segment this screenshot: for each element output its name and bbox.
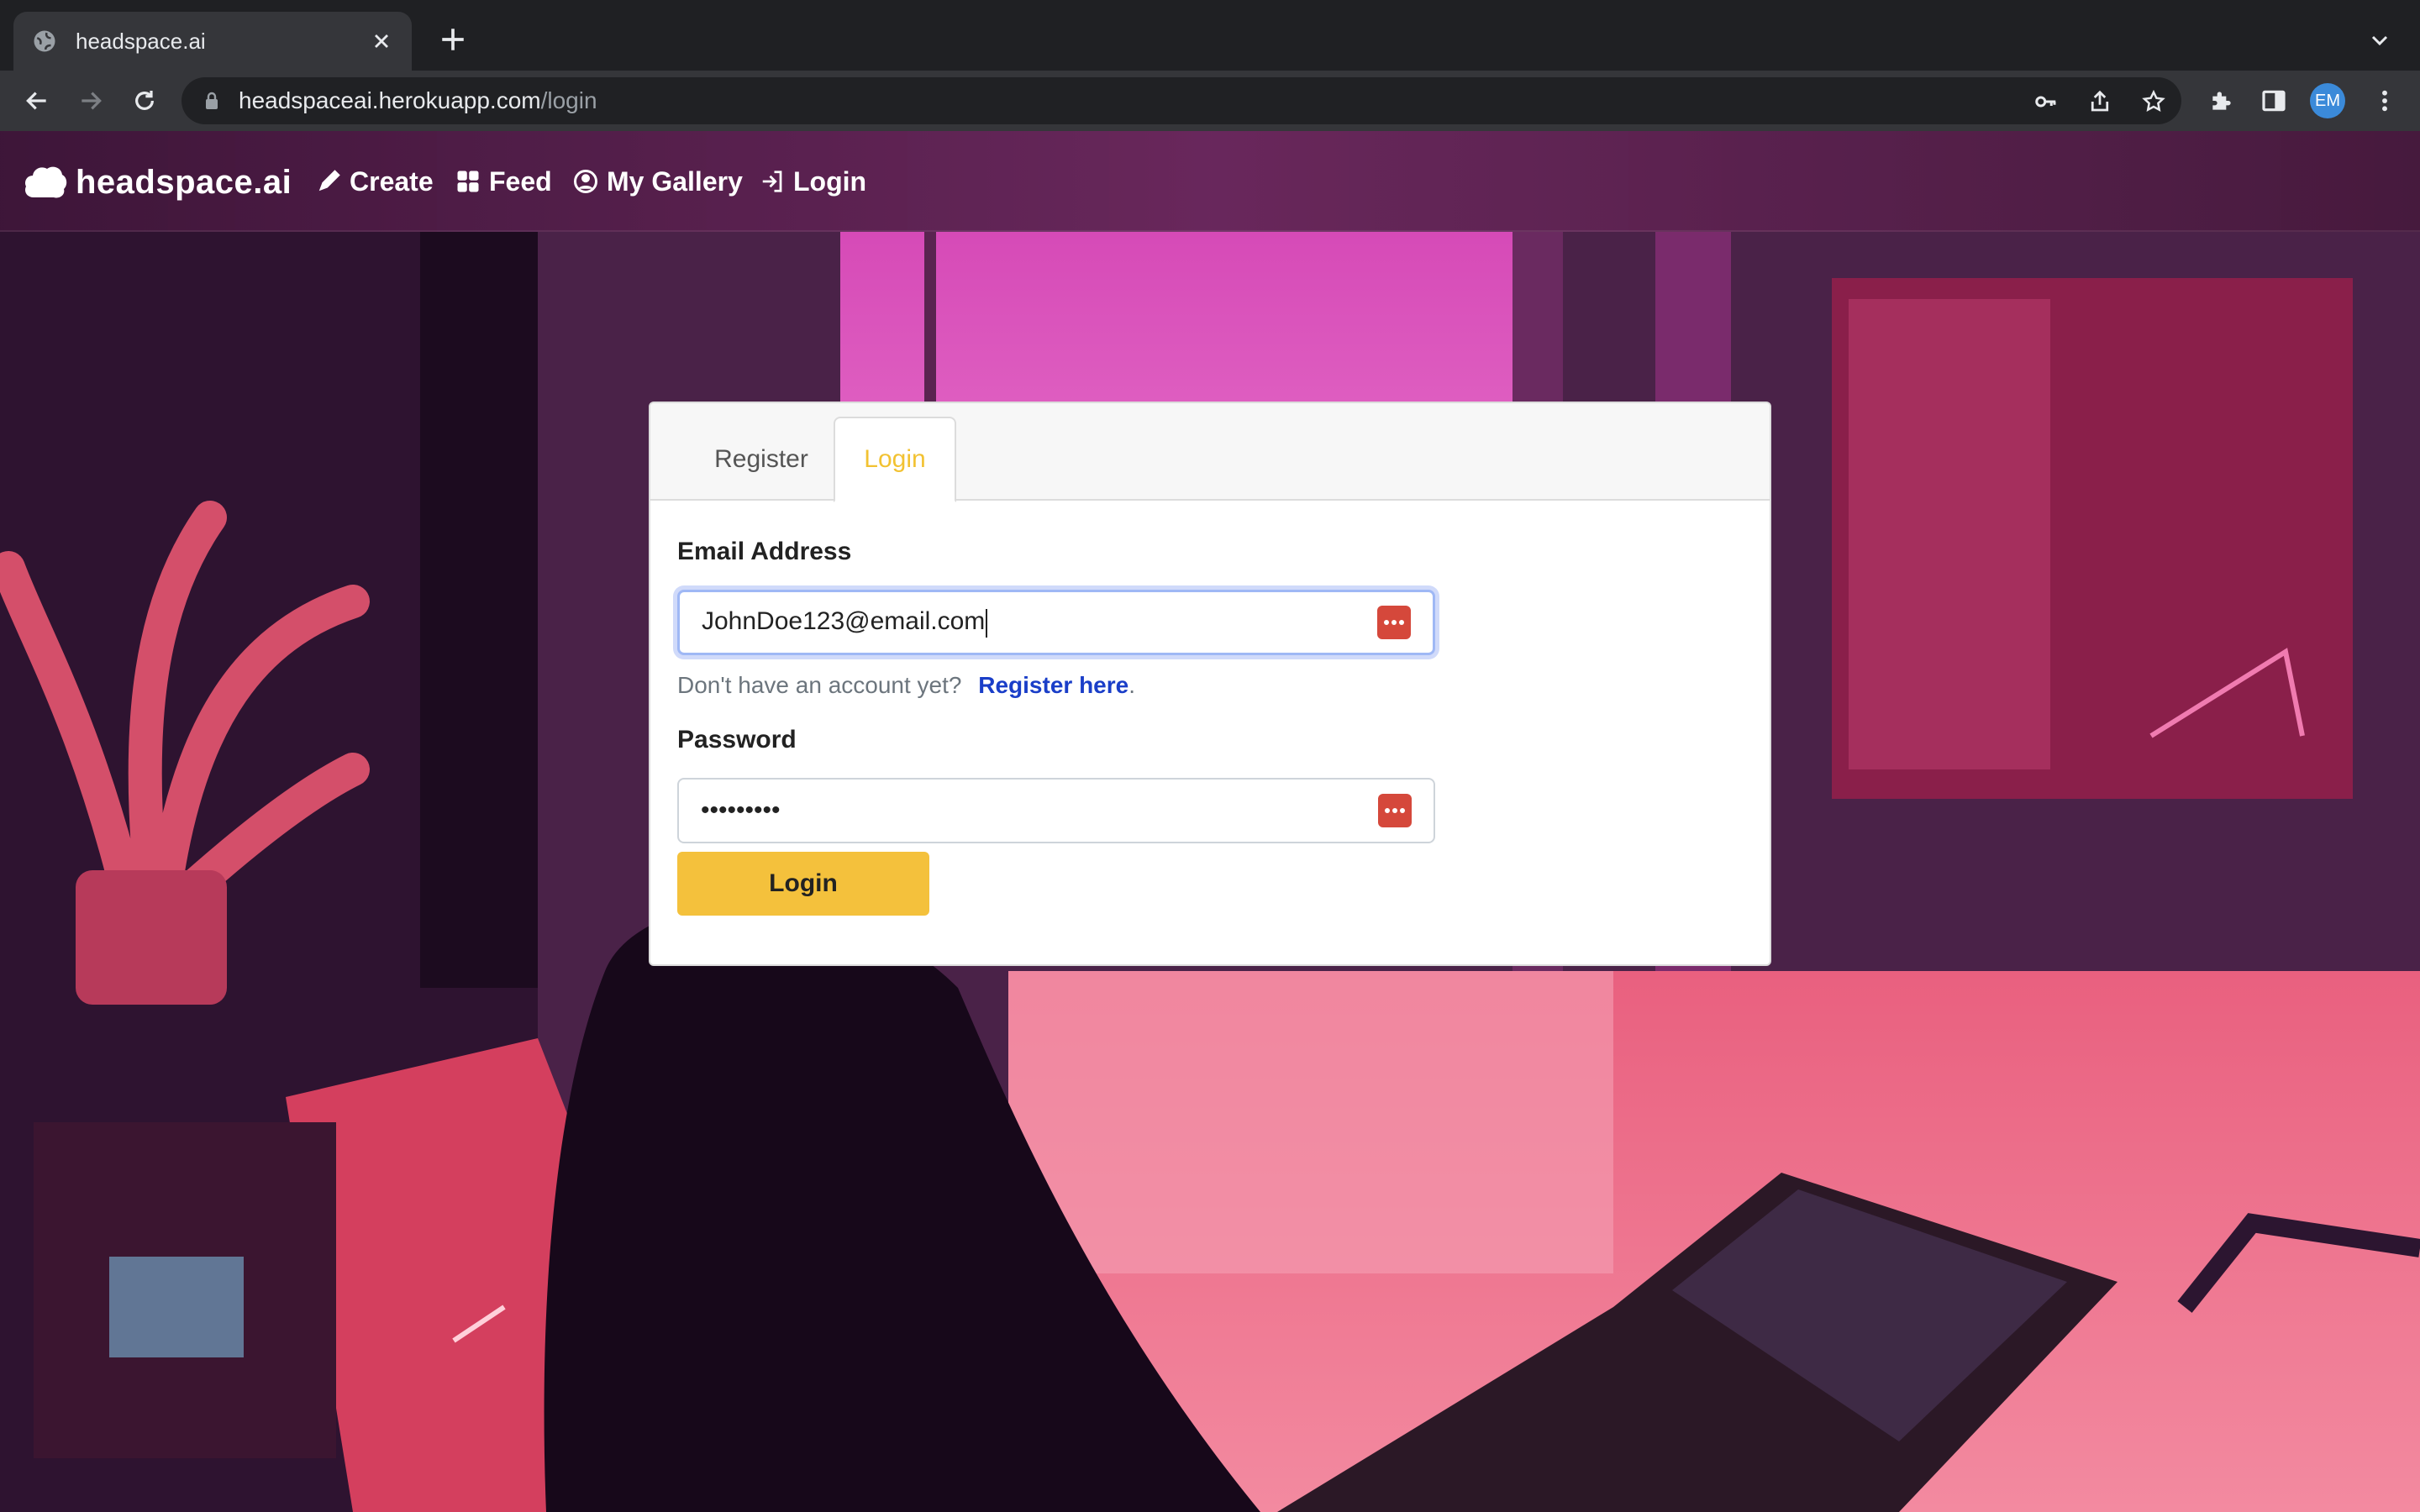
nav-create-label: Create [350, 165, 434, 197]
profile-avatar[interactable]: EM [2310, 83, 2345, 118]
email-field[interactable]: JohnDoe123@email.com [677, 590, 1435, 655]
register-helper: Don't have an account yet? Register here… [677, 672, 1135, 699]
forward-icon[interactable] [77, 87, 104, 114]
share-icon[interactable] [2087, 89, 2112, 114]
nav-feed[interactable]: Feed [455, 165, 552, 198]
email-text: JohnDoe123@email.com [702, 607, 986, 636]
tab-title: headspace.ai [76, 28, 206, 54]
lock-icon[interactable] [203, 91, 220, 111]
address-bar[interactable]: headspaceai.herokuapp.com/login [182, 77, 2181, 124]
reload-icon[interactable] [131, 87, 158, 114]
auth-card: Register Login Email Address JohnDoe123@… [649, 402, 1771, 966]
email-value: JohnDoe123@email.com [702, 607, 1377, 638]
tab-register[interactable]: Register [669, 417, 854, 502]
password-manager-icon[interactable] [1377, 606, 1411, 639]
chevron-down-icon[interactable] [2370, 30, 2390, 50]
nav-my-gallery[interactable]: My Gallery [573, 165, 743, 198]
user-circle-icon [574, 170, 597, 193]
close-tab-icon[interactable] [370, 29, 393, 53]
password-field[interactable]: ••••••••• [677, 778, 1435, 843]
nav-login-label: Login [793, 165, 867, 197]
brand-name: headspace.ai [76, 163, 292, 201]
helper-text: Don't have an account yet? [677, 672, 962, 698]
globe-icon [34, 30, 55, 52]
browser-tab-strip: headspace.ai [0, 0, 2420, 71]
helper-suffix: . [1128, 672, 1135, 698]
bookmark-star-icon[interactable] [2141, 89, 2166, 114]
key-icon[interactable] [2033, 89, 2059, 114]
brain-cloud-icon [24, 166, 67, 198]
brand-logo[interactable]: headspace.ai [24, 161, 292, 203]
password-manager-icon[interactable] [1378, 794, 1412, 827]
nav-login[interactable]: Login [760, 165, 866, 198]
register-link[interactable]: Register here [978, 672, 1128, 698]
side-panel-icon[interactable] [2260, 87, 2287, 114]
new-tab-icon[interactable] [439, 25, 467, 54]
password-value: ••••••••• [701, 796, 781, 824]
login-icon [762, 171, 782, 192]
browser-tab[interactable]: headspace.ai [13, 12, 412, 71]
page-content: headspace.ai Create Feed My Gallery Logi… [0, 131, 2420, 1512]
pencil-icon [318, 170, 340, 192]
url-text: headspaceai.herokuapp.com/login [239, 87, 597, 114]
password-label: Password [677, 726, 797, 753]
nav-create[interactable]: Create [316, 165, 434, 198]
grid-icon [457, 171, 479, 192]
login-submit-button[interactable]: Login [677, 852, 929, 916]
back-icon[interactable] [24, 87, 50, 114]
more-vert-icon[interactable] [2371, 87, 2398, 114]
browser-toolbar: headspaceai.herokuapp.com/login EM [0, 71, 2420, 131]
url-host: headspaceai.herokuapp.com [239, 87, 541, 113]
auth-tabs: Register Login [650, 403, 1770, 502]
nav-feed-label: Feed [489, 165, 552, 197]
email-label: Email Address [677, 538, 852, 565]
nav-my-gallery-label: My Gallery [607, 165, 743, 197]
tab-login[interactable]: Login [834, 417, 956, 502]
extensions-puzzle-icon[interactable] [2208, 87, 2235, 114]
text-caret [986, 608, 988, 638]
site-navbar: headspace.ai Create Feed My Gallery Logi… [0, 131, 2420, 232]
url-path: /login [540, 87, 597, 113]
